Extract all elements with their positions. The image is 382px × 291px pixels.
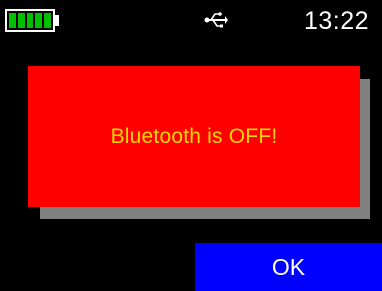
- dialog-message: Bluetooth is OFF!: [110, 124, 278, 148]
- usb-icon: [204, 12, 228, 28]
- clock: 13:22: [304, 7, 370, 35]
- battery-segment: [17, 13, 25, 28]
- device-screen: 13:22 Bluetooth is OFF! OK: [0, 0, 382, 291]
- battery-segment: [35, 13, 43, 28]
- battery-segment: [44, 13, 51, 28]
- alert-dialog: Bluetooth is OFF!: [28, 66, 360, 207]
- battery-segment: [26, 13, 34, 28]
- battery-segment: [9, 13, 16, 28]
- battery-icon: [5, 9, 55, 32]
- ok-button[interactable]: OK: [195, 243, 382, 291]
- battery-tip: [55, 15, 59, 26]
